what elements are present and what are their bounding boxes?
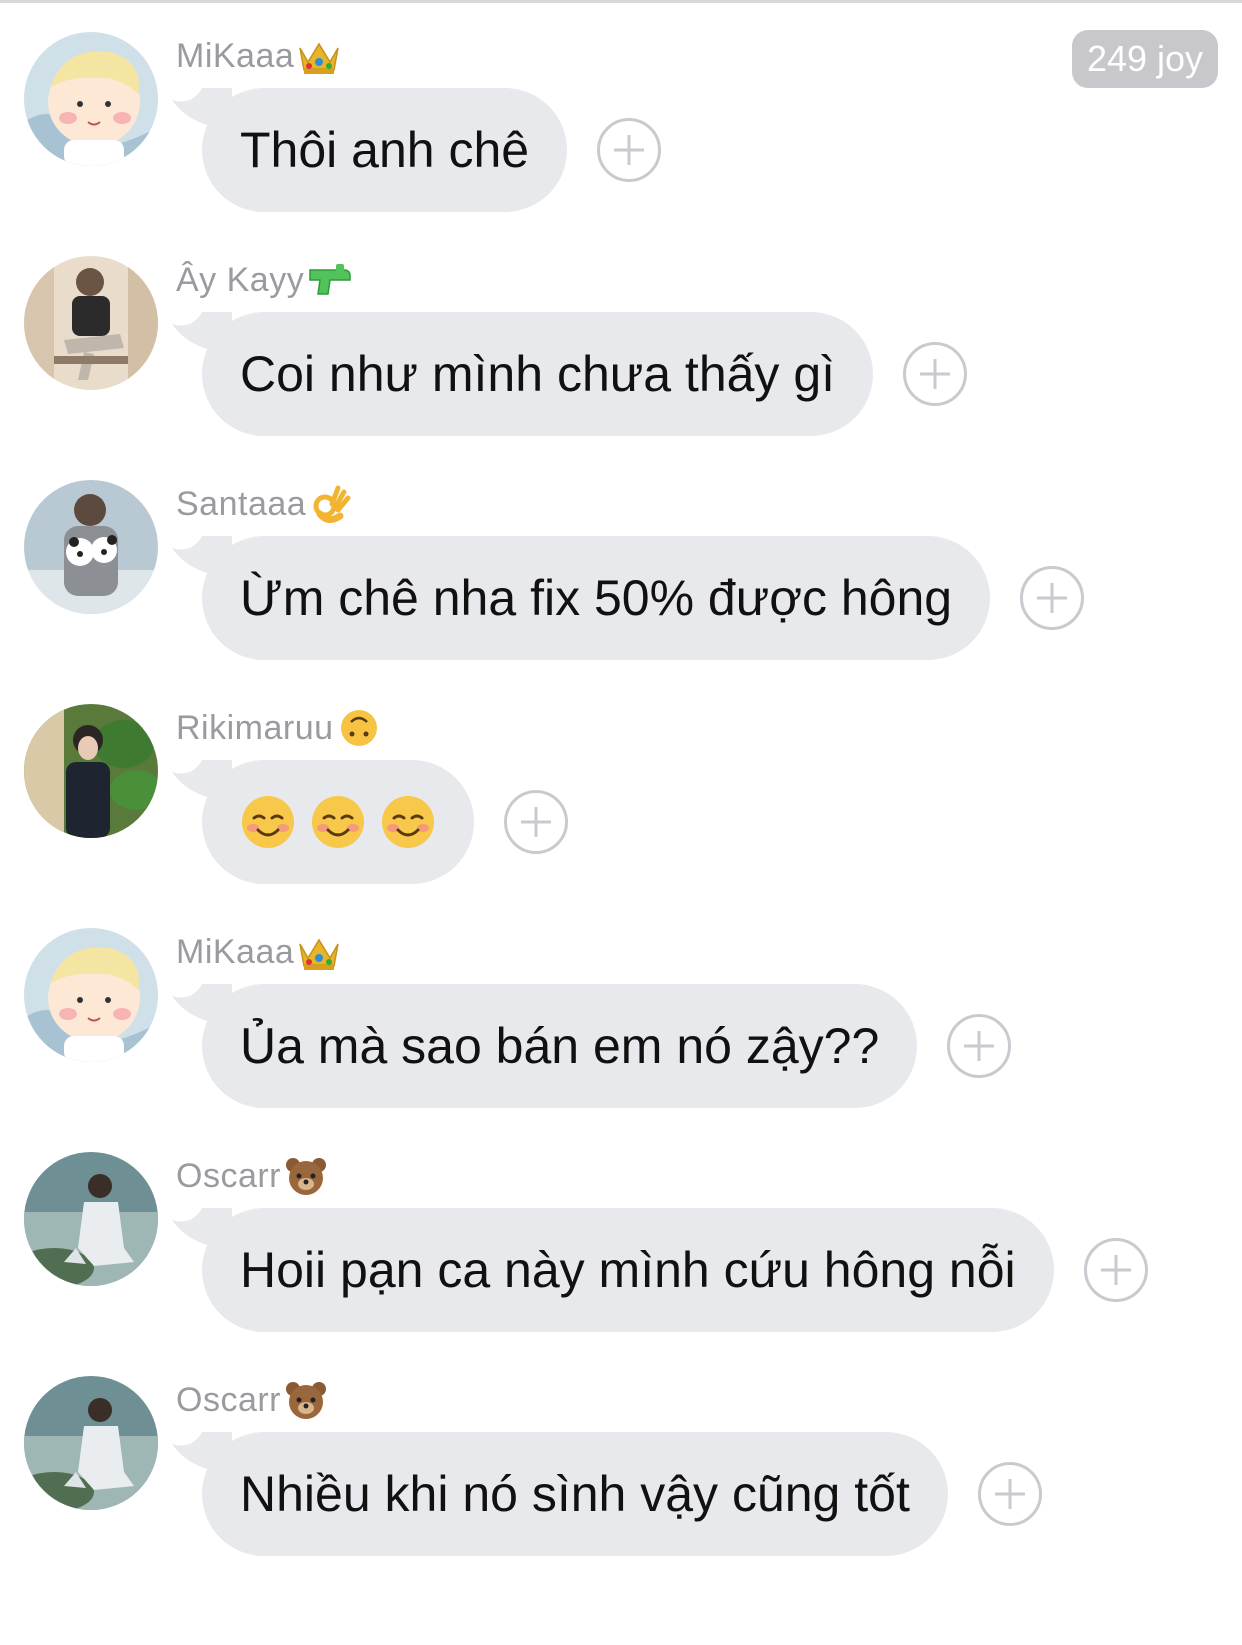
sender-name: Santaaa (176, 484, 307, 523)
sender-label: Ây Kayy (176, 258, 352, 302)
sender-name: MiKaaa (176, 36, 295, 75)
bear-face-icon (286, 1158, 326, 1195)
message-bubble-row: Hoii pạn ca này mình cứu hông nỗi (172, 1208, 1148, 1332)
add-reaction-button[interactable] (947, 1014, 1012, 1078)
message-bubble[interactable]: Ừm chê nha fix 50% được hông (172, 536, 991, 660)
avatar[interactable] (24, 480, 158, 614)
bubble-tail (172, 312, 232, 352)
sender-label: MiKaaa (176, 34, 342, 78)
message-row: Rikimaruu (0, 672, 1242, 896)
message-bubble-row: Ừm chê nha fix 50% được hông (172, 536, 1085, 660)
sender-name: Ây Kayy (176, 260, 305, 299)
message-bubble-row: Nhiều khi nó sình vậy cũng tốt (172, 1432, 1042, 1556)
add-reaction-button[interactable] (504, 790, 568, 854)
emoji-group (240, 794, 436, 850)
add-reaction-button[interactable] (977, 1462, 1042, 1526)
message-row: MiKaaa Ủa mà sao bán em nó zậy?? (0, 896, 1242, 1120)
avatar[interactable] (24, 704, 158, 838)
ok-hand-icon (313, 485, 351, 523)
sender-name: Oscarr (176, 1156, 281, 1195)
avatar[interactable] (24, 928, 158, 1062)
message-bubble-row: Ủa mà sao bán em nó zậy?? (172, 984, 1012, 1108)
message-bubble[interactable]: Hoii pạn ca này mình cứu hông nỗi (172, 1208, 1054, 1332)
add-reaction-button[interactable] (1083, 1238, 1148, 1302)
sender-name: Rikimaruu (176, 708, 334, 747)
bubble-tail (172, 760, 232, 800)
message-row: MiKaaa Thôi anh chê (0, 0, 1242, 224)
message-bubble-row: Coi như mình chưa thấy gì (172, 312, 968, 436)
bear-face-icon (286, 1382, 326, 1419)
avatar[interactable] (24, 32, 158, 166)
sender-label: Santaaa (176, 482, 354, 526)
message-text: Ủa mà sao bán em nó zậy?? (240, 1018, 880, 1074)
bubble-tail (172, 1432, 232, 1472)
bubble-tail (172, 984, 232, 1024)
crown-icon (299, 938, 340, 970)
message-bubble[interactable]: Nhiều khi nó sình vậy cũng tốt (172, 1432, 948, 1556)
message-bubble[interactable]: Thôi anh chê (172, 88, 568, 212)
upside-down-face-icon (340, 710, 377, 746)
sender-name: Oscarr (176, 1380, 281, 1419)
avatar[interactable] (24, 256, 158, 390)
add-reaction-button[interactable] (903, 342, 968, 406)
message-bubble[interactable]: Ủa mà sao bán em nó zậy?? (172, 984, 918, 1108)
add-reaction-button[interactable] (597, 118, 662, 182)
message-bubble[interactable]: Coi như mình chưa thấy gì (172, 312, 874, 436)
water-pistol-icon (309, 264, 351, 295)
sender-label: Oscarr (176, 1378, 329, 1422)
message-row: Oscarr Hoii pạn ca này mình cứu hông nỗi (0, 1120, 1242, 1344)
message-text: Coi như mình chưa thấy gì (240, 346, 836, 402)
message-text: Ừm chê nha fix 50% được hông (240, 570, 953, 626)
message-row: Ây Kayy Coi như mình chưa thấy gì (0, 224, 1242, 448)
add-reaction-button[interactable] (1020, 566, 1085, 630)
message-bubble[interactable] (172, 760, 474, 884)
sender-name: MiKaaa (176, 932, 295, 971)
message-row: Oscarr Nhiều khi nó sình vậy cũng tốt (0, 1344, 1242, 1568)
smiling-face-icon (242, 796, 294, 848)
message-row: Santaaa Ừm chê nha fix 50% được hông (0, 448, 1242, 672)
smiling-face-icon (382, 796, 434, 848)
message-bubble-row: Thôi anh chê (172, 88, 662, 212)
bubble-tail (172, 536, 232, 576)
sender-label: Oscarr (176, 1154, 329, 1198)
message-bubble-row (172, 760, 568, 884)
message-text: Hoii pạn ca này mình cứu hông nỗi (240, 1242, 1016, 1298)
bubble-tail (172, 1208, 232, 1248)
crown-icon (299, 42, 340, 74)
smiling-face-icon (312, 796, 364, 848)
message-text: Thôi anh chê (240, 122, 530, 178)
sender-label: MiKaaa (176, 930, 342, 974)
avatar[interactable] (24, 1376, 158, 1510)
sender-label: Rikimaruu (176, 706, 382, 750)
message-text: Nhiều khi nó sình vậy cũng tốt (240, 1466, 910, 1522)
avatar[interactable] (24, 1152, 158, 1286)
bubble-tail (172, 88, 232, 128)
chat-thread: 249 joy MiKaaa Thôi anh chê Ây Kayy Coi … (0, 0, 1242, 1645)
